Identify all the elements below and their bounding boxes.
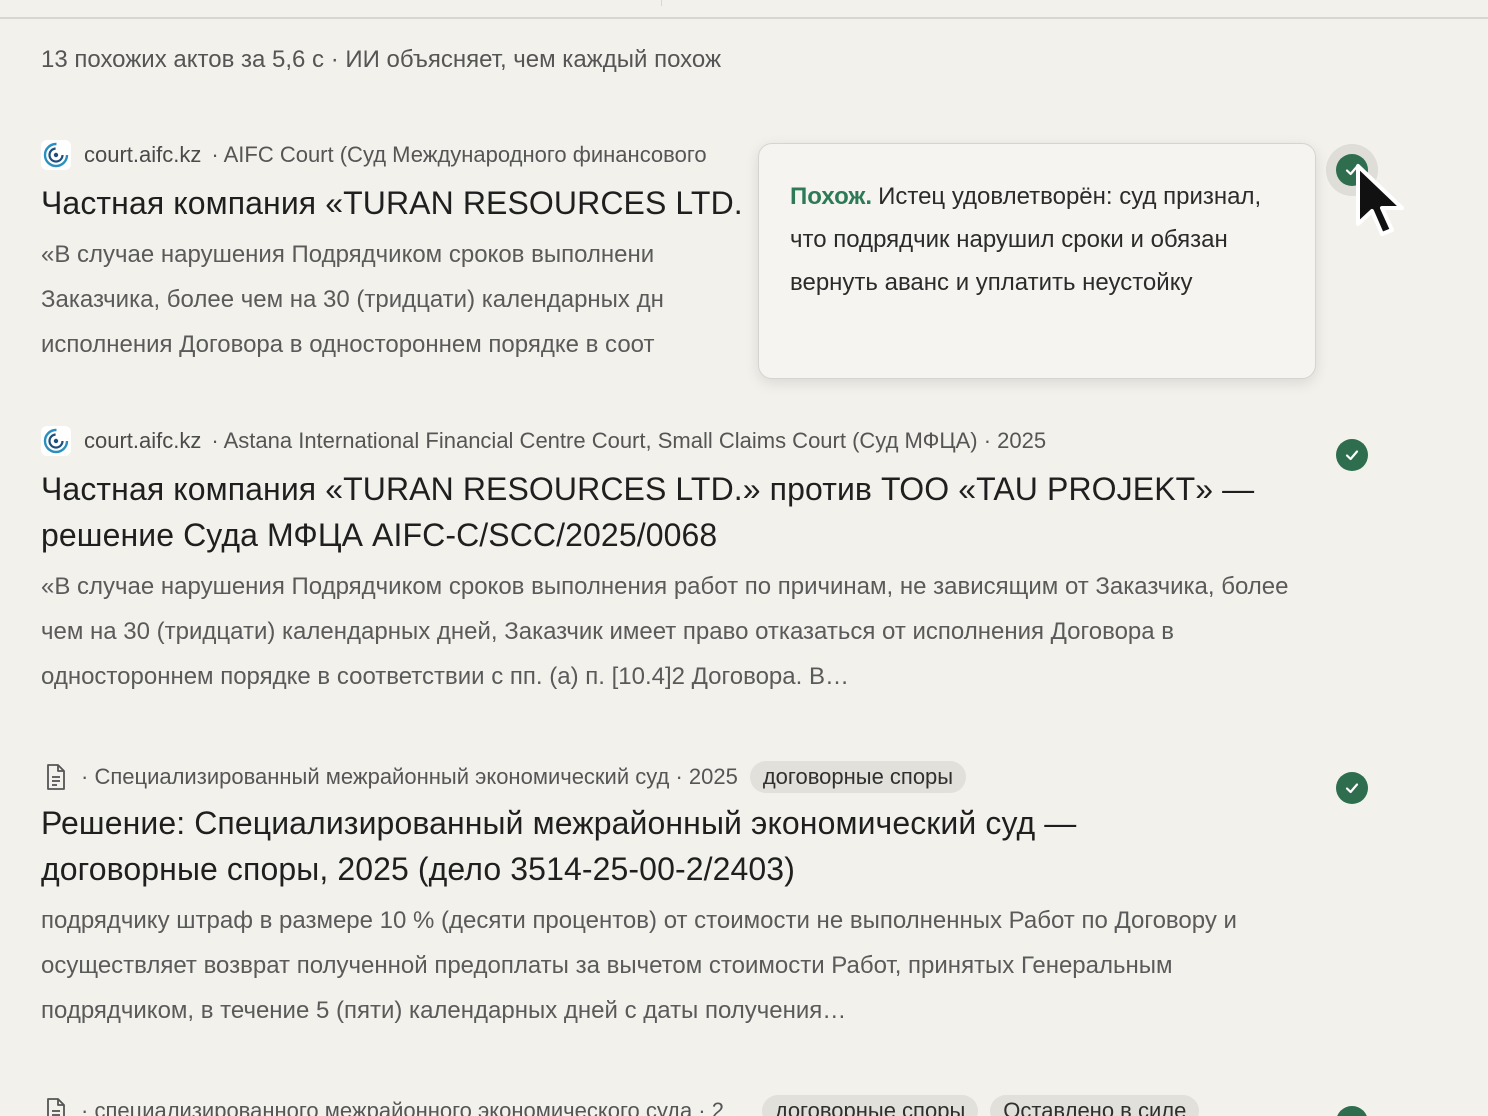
search-results-page: 13 похожих актов за 5,6 с · ИИ объясняет…	[0, 0, 1488, 1116]
result-court: · Специализированный межрайонный экономи…	[81, 764, 738, 789]
result-snippet: «В случае нарушения Подрядчиком сроков в…	[41, 241, 664, 358]
result-item[interactable]: court.aifc.kz · Astana International Fin…	[41, 426, 1311, 699]
mouse-cursor-icon	[1356, 164, 1404, 236]
popover-text: Похож. Истец удовлетворён: суд признал, ч…	[790, 175, 1284, 304]
result-domain[interactable]: court.aifc.kz	[84, 428, 201, 454]
similar-check-button[interactable]	[1336, 439, 1368, 471]
result-court: · AIFC Court (Суд Международного финансо…	[211, 142, 707, 167]
court-logo-icon	[41, 140, 71, 170]
top-divider-tick	[661, 0, 662, 6]
document-icon	[41, 1096, 71, 1116]
result-domain[interactable]: court.aifc.kz	[84, 142, 201, 168]
check-icon	[1345, 450, 1359, 461]
result-snippet: подрядчику штраф в размере 10 % (десяти …	[41, 907, 1237, 1024]
status-tag[interactable]: Оставлено в силе	[990, 1095, 1200, 1116]
result-meta: court.aifc.kz · Astana International Fin…	[41, 426, 1311, 456]
check-icon	[1345, 783, 1359, 794]
result-title[interactable]: Частная компания «TURAN RESOURCES LTD.» …	[41, 466, 1291, 558]
results-summary: 13 похожих актов за 5,6 с · ИИ объясняет…	[41, 46, 722, 73]
result-court: · специализированного межрайонного эконо…	[81, 1098, 724, 1116]
similarity-explanation-popover: Похож. Истец удовлетворён: суд признал, ч…	[758, 143, 1316, 379]
popover-verdict: Похож.	[790, 183, 873, 210]
result-snippet: «В случае нарушения Подрядчиком сроков в…	[41, 573, 1289, 690]
document-icon	[41, 762, 71, 792]
similar-check-button[interactable]	[1336, 1106, 1368, 1116]
court-logo-icon	[41, 426, 71, 456]
result-meta: · специализированного межрайонного эконо…	[41, 1094, 1311, 1116]
result-item[interactable]: · специализированного межрайонного эконо…	[41, 1094, 1311, 1116]
similar-check-button[interactable]	[1336, 772, 1368, 804]
result-title[interactable]: Решение: Специализированный межрайонный …	[41, 800, 1221, 892]
result-court: · Astana International Financial Centre …	[211, 428, 1047, 453]
category-tag[interactable]: договорные споры	[749, 761, 967, 793]
top-divider	[0, 17, 1488, 19]
result-meta: · Специализированный межрайонный экономи…	[41, 760, 1311, 794]
result-title[interactable]: Частная компания «TURAN RESOURCES LTD.	[41, 180, 761, 226]
category-tag[interactable]: договорные споры	[761, 1095, 979, 1116]
result-item[interactable]: · Специализированный межрайонный экономи…	[41, 760, 1311, 1033]
